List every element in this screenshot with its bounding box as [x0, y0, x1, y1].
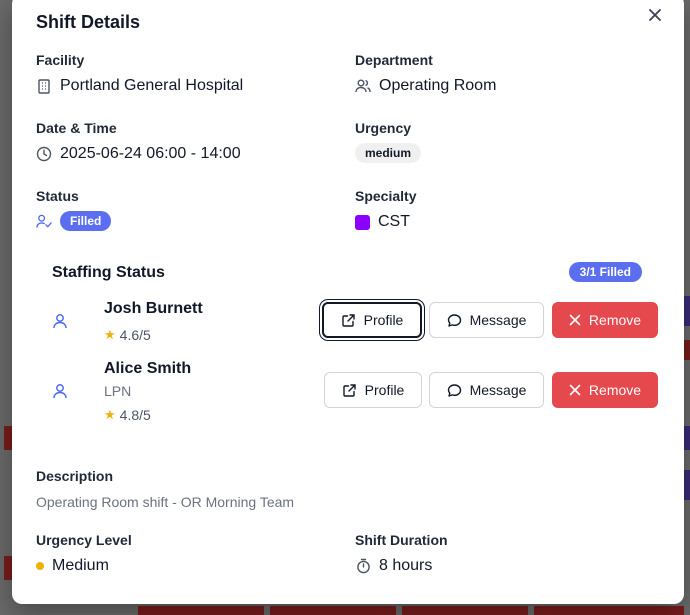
user-icon [52, 313, 68, 329]
modal-title: Shift Details [36, 12, 141, 32]
background-strip [402, 606, 528, 615]
staff-member-rating-value: 4.6/5 [119, 327, 151, 343]
staffing-title: Staffing Status [52, 264, 165, 281]
specialty-value: CST [378, 213, 410, 230]
shift-duration-value: 8 hours [379, 557, 433, 574]
department-label: Department [355, 52, 433, 68]
description-field: Description Operating Room shift - OR Mo… [36, 468, 656, 510]
background-strip [684, 470, 690, 500]
profile-button-label: Profile [363, 312, 404, 328]
urgency-field: Urgency medium [355, 120, 422, 163]
profile-button[interactable]: Profile [324, 372, 422, 408]
urgency-dot-icon [36, 562, 44, 570]
facility-field: Facility Portland General Hospital [36, 52, 243, 95]
background-strip [684, 340, 690, 360]
user-check-icon [36, 213, 52, 229]
background-strip [4, 426, 12, 450]
urgency-level-field: Urgency Level Medium [36, 532, 132, 575]
profile-button[interactable]: Profile [322, 302, 422, 338]
specialty-color-swatch [355, 214, 370, 230]
status-label: Status [36, 188, 79, 204]
user-icon [52, 383, 68, 399]
description-label: Description [36, 468, 114, 484]
description-text: Operating Room shift - OR Morning Team [36, 494, 295, 510]
building-icon [36, 78, 52, 94]
staff-member-name: Josh Burnett [104, 300, 203, 317]
staffing-count-badge: 3/1 Filled [568, 262, 642, 282]
urgency-level-value: Medium [52, 557, 109, 574]
clock-icon [36, 146, 52, 162]
star-icon: ★ [104, 407, 116, 422]
status-field: Status Filled [36, 188, 112, 231]
specialty-field: Specialty CST [355, 188, 416, 231]
urgency-badge: medium [355, 143, 422, 163]
star-icon: ★ [104, 327, 116, 342]
background-strip [4, 556, 12, 580]
staff-member-rating: ★ 4.8/5 [104, 407, 151, 423]
remove-button[interactable]: Remove [552, 302, 658, 338]
facility-label: Facility [36, 52, 85, 68]
status-badge: Filled [60, 211, 112, 231]
staff-member-row: Josh Burnett ★ 4.6/5 Profile Message Rem… [52, 298, 658, 348]
staff-member-rating-value: 4.8/5 [119, 407, 151, 423]
urgency-label: Urgency [355, 120, 412, 136]
background-strip [684, 296, 690, 326]
background-strip [270, 606, 396, 615]
remove-button-label: Remove [588, 382, 642, 398]
shift-duration-label: Shift Duration [355, 532, 448, 548]
timer-icon [355, 558, 371, 574]
datetime-label: Date & Time [36, 120, 117, 136]
background-strip [138, 606, 264, 615]
specialty-label: Specialty [355, 188, 417, 204]
x-icon [569, 314, 581, 326]
close-icon [649, 9, 661, 21]
staff-member-name: Alice Smith [104, 360, 192, 377]
shift-duration-field: Shift Duration 8 hours [355, 532, 448, 575]
remove-button[interactable]: Remove [552, 372, 658, 408]
datetime-field: Date & Time 2025-06-24 06:00 - 14:00 [36, 120, 241, 163]
message-icon [447, 313, 461, 327]
profile-button-label: Profile [364, 382, 405, 398]
external-link-icon [341, 313, 355, 327]
background-strip [684, 426, 690, 450]
department-field: Department Operating Room [355, 52, 496, 95]
urgency-level-label: Urgency Level [36, 532, 132, 548]
facility-value: Portland General Hospital [60, 77, 244, 94]
message-button[interactable]: Message [429, 302, 544, 338]
x-icon [569, 384, 581, 396]
message-button-label: Message [469, 382, 527, 398]
staffing-section: Staffing Status 3/1 Filled Josh Burnett … [36, 254, 660, 440]
staff-member-row: Alice Smith LPN ★ 4.8/5 Profile Message … [52, 358, 658, 430]
staff-member-rating: ★ 4.6/5 [104, 327, 151, 343]
department-value: Operating Room [379, 77, 497, 94]
staff-member-role: LPN [104, 383, 132, 399]
shift-details-modal: Shift Details Facility Portland General … [12, 0, 684, 604]
external-link-icon [342, 383, 356, 397]
datetime-value: 2025-06-24 06:00 - 14:00 [60, 145, 241, 162]
users-icon [355, 78, 371, 94]
message-button[interactable]: Message [429, 372, 544, 408]
close-button[interactable] [644, 4, 666, 26]
message-icon [447, 383, 461, 397]
background-strip [534, 606, 684, 615]
remove-button-label: Remove [588, 312, 642, 328]
message-button-label: Message [469, 312, 527, 328]
